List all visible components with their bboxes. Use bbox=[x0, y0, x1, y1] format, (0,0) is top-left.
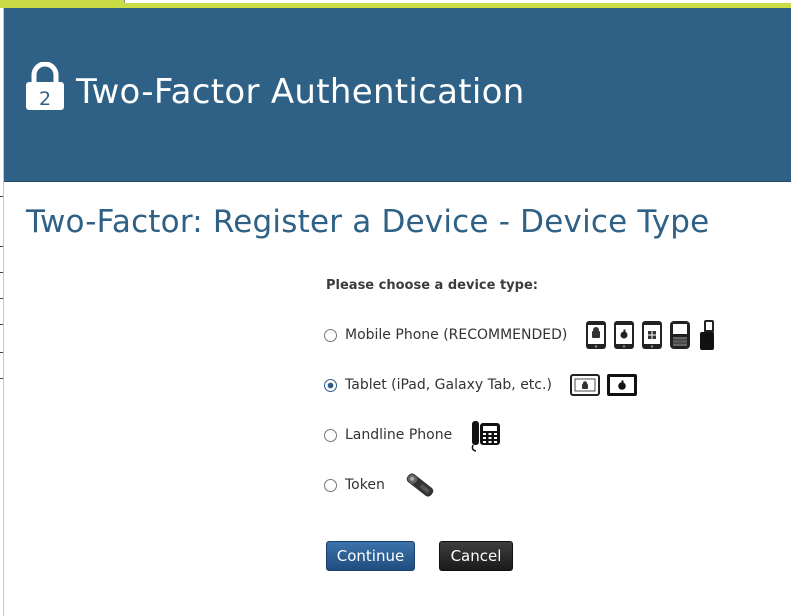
lock-number: 2 bbox=[39, 88, 51, 110]
dialog-header-title: Two-Factor Authentication bbox=[76, 72, 525, 112]
ipad-icon bbox=[606, 374, 637, 396]
token-key-icon bbox=[406, 473, 434, 497]
page-title: Two-Factor: Register a Device - Device T… bbox=[26, 204, 710, 240]
option-tablet[interactable]: Tablet (iPad, Galaxy Tab, etc.) bbox=[324, 370, 638, 400]
radio-mobile-phone[interactable] bbox=[324, 328, 337, 342]
option-label-tablet: Tablet (iPad, Galaxy Tab, etc.) bbox=[345, 377, 552, 393]
blackberry-icon bbox=[670, 321, 691, 349]
mobile-phone-icons bbox=[585, 319, 717, 351]
option-landline-phone[interactable]: Landline Phone bbox=[324, 418, 502, 452]
landline-icons bbox=[470, 418, 502, 452]
continue-button[interactable]: Continue bbox=[326, 541, 415, 571]
option-label-landline-phone: Landline Phone bbox=[345, 427, 453, 443]
browser-tab-edge bbox=[124, 0, 791, 3]
option-mobile-phone[interactable]: Mobile Phone (RECOMMENDED) bbox=[324, 320, 717, 350]
cancel-button[interactable]: Cancel bbox=[439, 541, 513, 571]
desk-phone-icon bbox=[471, 421, 501, 452]
radio-tablet[interactable] bbox=[324, 378, 337, 392]
windows-phone-icon bbox=[642, 321, 663, 349]
option-label-token: Token bbox=[345, 477, 385, 493]
option-label-mobile-phone: Mobile Phone (RECOMMENDED) bbox=[345, 327, 568, 343]
dialog-header: 2 Two-Factor Authentication bbox=[4, 8, 791, 182]
two-factor-dialog: 2 Two-Factor Authentication Two-Factor: … bbox=[3, 8, 791, 616]
radio-landline-phone[interactable] bbox=[324, 428, 337, 442]
option-token[interactable]: Token bbox=[324, 470, 437, 500]
lock-icon: 2 bbox=[26, 62, 64, 110]
android-tablet-icon bbox=[569, 374, 600, 396]
iphone-icon bbox=[614, 321, 635, 349]
token-icons bbox=[403, 470, 437, 500]
tablet-icons bbox=[569, 373, 638, 397]
flip-phone-icon bbox=[700, 320, 715, 350]
device-type-prompt: Please choose a device type: bbox=[326, 278, 538, 293]
android-phone-icon bbox=[586, 321, 607, 349]
browser-top-strip bbox=[0, 0, 791, 8]
radio-token[interactable] bbox=[324, 478, 337, 492]
